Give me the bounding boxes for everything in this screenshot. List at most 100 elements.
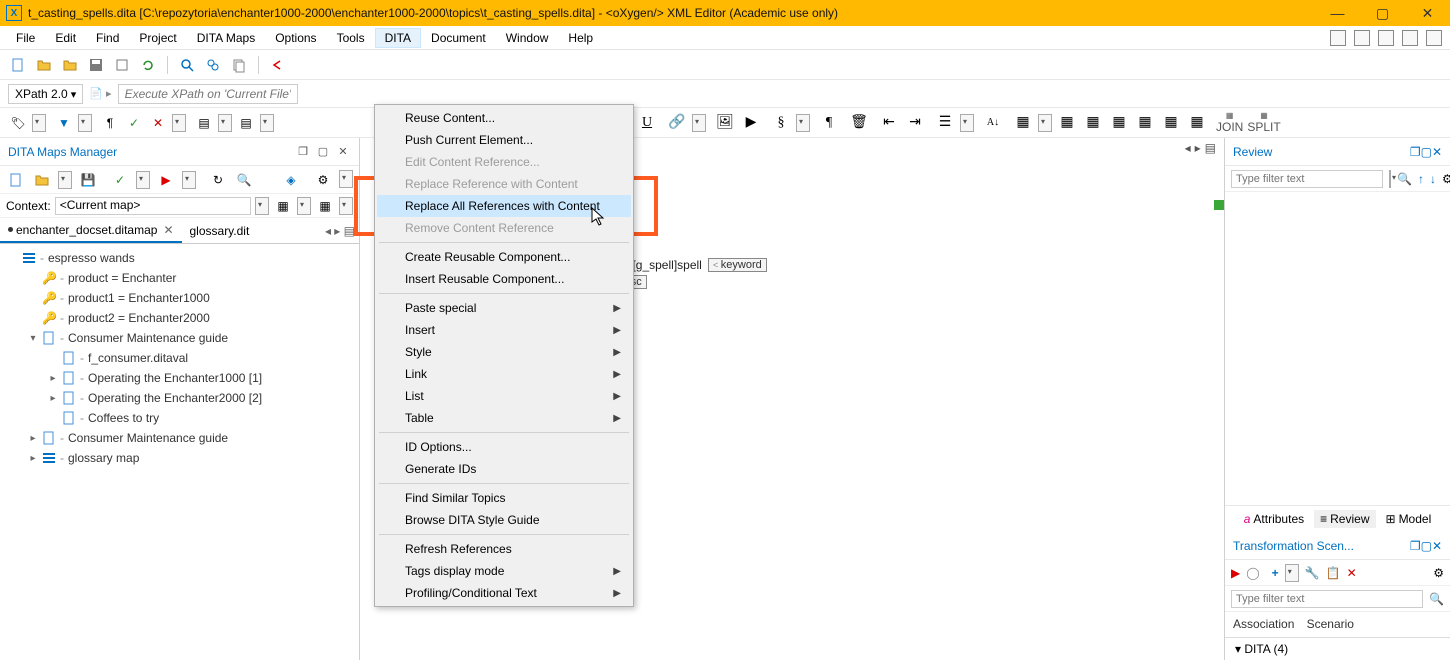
xpath-input[interactable] — [118, 84, 298, 104]
editor-nav-next-icon[interactable]: ▸ — [1195, 141, 1201, 155]
panel-close-icon[interactable]: ✕ — [335, 144, 351, 160]
copy-scen-icon[interactable]: 📋 — [1326, 566, 1341, 580]
col-left-icon[interactable]: ▦ — [1108, 112, 1130, 134]
xpath-version-label[interactable]: XPath 2.0 ▾ — [8, 84, 83, 104]
review-filter-dropdown[interactable] — [1389, 170, 1391, 188]
validate-icon[interactable]: ✓ — [110, 170, 130, 190]
transform-row-dita[interactable]: ▾ DITA (4) — [1225, 638, 1450, 660]
menu-options[interactable]: Options — [265, 28, 326, 48]
stack-icon[interactable]: ▤ — [194, 113, 214, 133]
link-icon[interactable]: 🔗 — [666, 112, 688, 134]
add-icon[interactable]: + — [1272, 566, 1279, 580]
menu-edit[interactable]: Edit — [45, 28, 86, 48]
tree-item-product2-enchanter2000[interactable]: 🔑 - product2 = Enchanter2000 — [6, 308, 353, 328]
maximize-button[interactable]: ▢ — [1360, 0, 1405, 26]
tab-review[interactable]: ≡ Review — [1314, 510, 1375, 528]
table-icon[interactable]: ▦ — [1012, 112, 1034, 134]
row-below-icon[interactable]: ▦ — [1082, 112, 1104, 134]
media-icon[interactable]: ▶ — [740, 112, 762, 134]
review-gear-icon[interactable]: ⚙ — [1442, 172, 1450, 186]
menuitem-push-current-element[interactable]: Push Current Element... — [377, 129, 631, 151]
refresh-icon[interactable] — [138, 55, 158, 75]
menuitem-create-reusable-component[interactable]: Create Reusable Component... — [377, 246, 631, 268]
menu-dita[interactable]: DITA — [375, 28, 421, 48]
tree-item-glossary-map[interactable]: ▸ - glossary map — [6, 448, 353, 468]
transform-dropdown[interactable] — [182, 171, 196, 189]
context-select[interactable]: <Current map> — [55, 197, 251, 215]
menuitem-find-similar-topics[interactable]: Find Similar Topics — [377, 487, 631, 509]
stack-dropdown[interactable] — [218, 114, 232, 132]
outdent-icon[interactable]: ⇤ — [878, 112, 900, 134]
find-map-icon[interactable]: 🔍 — [234, 170, 254, 190]
open-map-icon[interactable] — [32, 170, 52, 190]
menuitem-reuse-content[interactable]: Reuse Content... — [377, 107, 631, 129]
context-dropdown[interactable] — [255, 197, 269, 215]
menuitem-insert[interactable]: Insert▶ — [377, 319, 631, 341]
tree-item-coffees-to-try[interactable]: - Coffees to try — [6, 408, 353, 428]
menuitem-refresh-references[interactable]: Refresh References — [377, 538, 631, 560]
review-close-icon[interactable]: ✕ — [1432, 145, 1442, 159]
col-right-icon[interactable]: ▦ — [1134, 112, 1156, 134]
settings-icon[interactable]: ⚙ — [313, 170, 333, 190]
review-search-icon[interactable]: 🔍 — [1397, 172, 1412, 186]
transform-restore-icon[interactable]: ❐ — [1410, 539, 1421, 553]
cross-icon[interactable]: ✕ — [148, 113, 168, 133]
link-dropdown[interactable] — [692, 114, 706, 132]
tree-item-product-enchanter[interactable]: 🔑 - product = Enchanter — [6, 268, 353, 288]
review-filter-input[interactable] — [1231, 170, 1383, 188]
section-icon[interactable]: § — [770, 112, 792, 134]
wrench-icon[interactable]: 🔧 — [1305, 566, 1320, 580]
tab-attributes[interactable]: a Attributes — [1238, 510, 1310, 528]
search-icon[interactable] — [177, 55, 197, 75]
editor-nav-list-icon[interactable]: ▤ — [1205, 141, 1216, 155]
tree-item-f-consumer-ditaval[interactable]: - f_consumer.ditaval — [6, 348, 353, 368]
add-dropdown[interactable] — [1285, 564, 1299, 582]
open-folder-icon[interactable] — [34, 55, 54, 75]
list-dropdown[interactable] — [960, 114, 974, 132]
delete-col-icon[interactable]: ▦ — [1186, 112, 1208, 134]
debug-icon[interactable]: ◯ — [1246, 566, 1259, 580]
tag-keyword-close-2[interactable]: keyword — [708, 258, 767, 272]
menu-help[interactable]: Help — [558, 28, 603, 48]
perspective-xslt-icon[interactable] — [1378, 30, 1394, 46]
tag-dropdown[interactable] — [32, 114, 46, 132]
list-ul-icon[interactable]: ☰ — [934, 112, 956, 134]
para-icon[interactable]: ¶ — [100, 113, 120, 133]
undo-icon[interactable] — [268, 55, 288, 75]
profiling-icon[interactable]: ◈ — [281, 170, 301, 190]
menuitem-paste-special[interactable]: Paste special▶ — [377, 297, 631, 319]
tag-icon[interactable]: 🏷 — [8, 113, 28, 133]
transform-icon[interactable]: ▶ — [156, 170, 176, 190]
refresh-map-icon[interactable]: ↻ — [208, 170, 228, 190]
tree-item-consumer-maintenance-guide[interactable]: ▾ - Consumer Maintenance guide — [6, 328, 353, 348]
copy-icon[interactable] — [229, 55, 249, 75]
menu-document[interactable]: Document — [421, 28, 496, 48]
tab-nav[interactable]: ◂ ▸ ▤ — [325, 224, 359, 238]
perspective-grid-icon[interactable] — [1330, 30, 1346, 46]
stack2-icon[interactable]: ▤ — [236, 113, 256, 133]
tab-close-icon[interactable]: ✕ — [163, 223, 173, 237]
tree-item-espresso-wands[interactable]: - espresso wands — [6, 248, 353, 268]
pilcrow-icon[interactable]: ¶ — [818, 112, 840, 134]
indent-icon[interactable]: ⇥ — [904, 112, 926, 134]
transform-filter-input[interactable] — [1231, 590, 1423, 608]
tree-item-product1-enchanter1000[interactable]: 🔑 - product1 = Enchanter1000 — [6, 288, 353, 308]
section-dropdown[interactable] — [796, 114, 810, 132]
menuitem-link[interactable]: Link▶ — [377, 363, 631, 385]
transform-gear-icon[interactable]: ⚙ — [1433, 566, 1444, 580]
menu-window[interactable]: Window — [496, 28, 559, 48]
menu-find[interactable]: Find — [86, 28, 129, 48]
menuitem-style[interactable]: Style▶ — [377, 341, 631, 363]
split-cells-button[interactable]: ▦SPLIT — [1247, 111, 1280, 134]
menuitem-profiling-conditional-text[interactable]: Profiling/Conditional Text▶ — [377, 582, 631, 604]
menu-ditamaps[interactable]: DITA Maps — [187, 28, 265, 48]
save-all-icon[interactable] — [112, 55, 132, 75]
transform-search-icon[interactable]: 🔍 — [1429, 592, 1444, 606]
validate-dropdown[interactable] — [136, 171, 150, 189]
menuitem-id-options[interactable]: ID Options... — [377, 436, 631, 458]
ctx-dropdown1[interactable] — [297, 197, 311, 215]
delete-scen-icon[interactable]: ✕ — [1347, 566, 1357, 580]
open-url-icon[interactable] — [60, 55, 80, 75]
ctx-dropdown2[interactable] — [339, 197, 353, 215]
menuitem-table[interactable]: Table▶ — [377, 407, 631, 429]
